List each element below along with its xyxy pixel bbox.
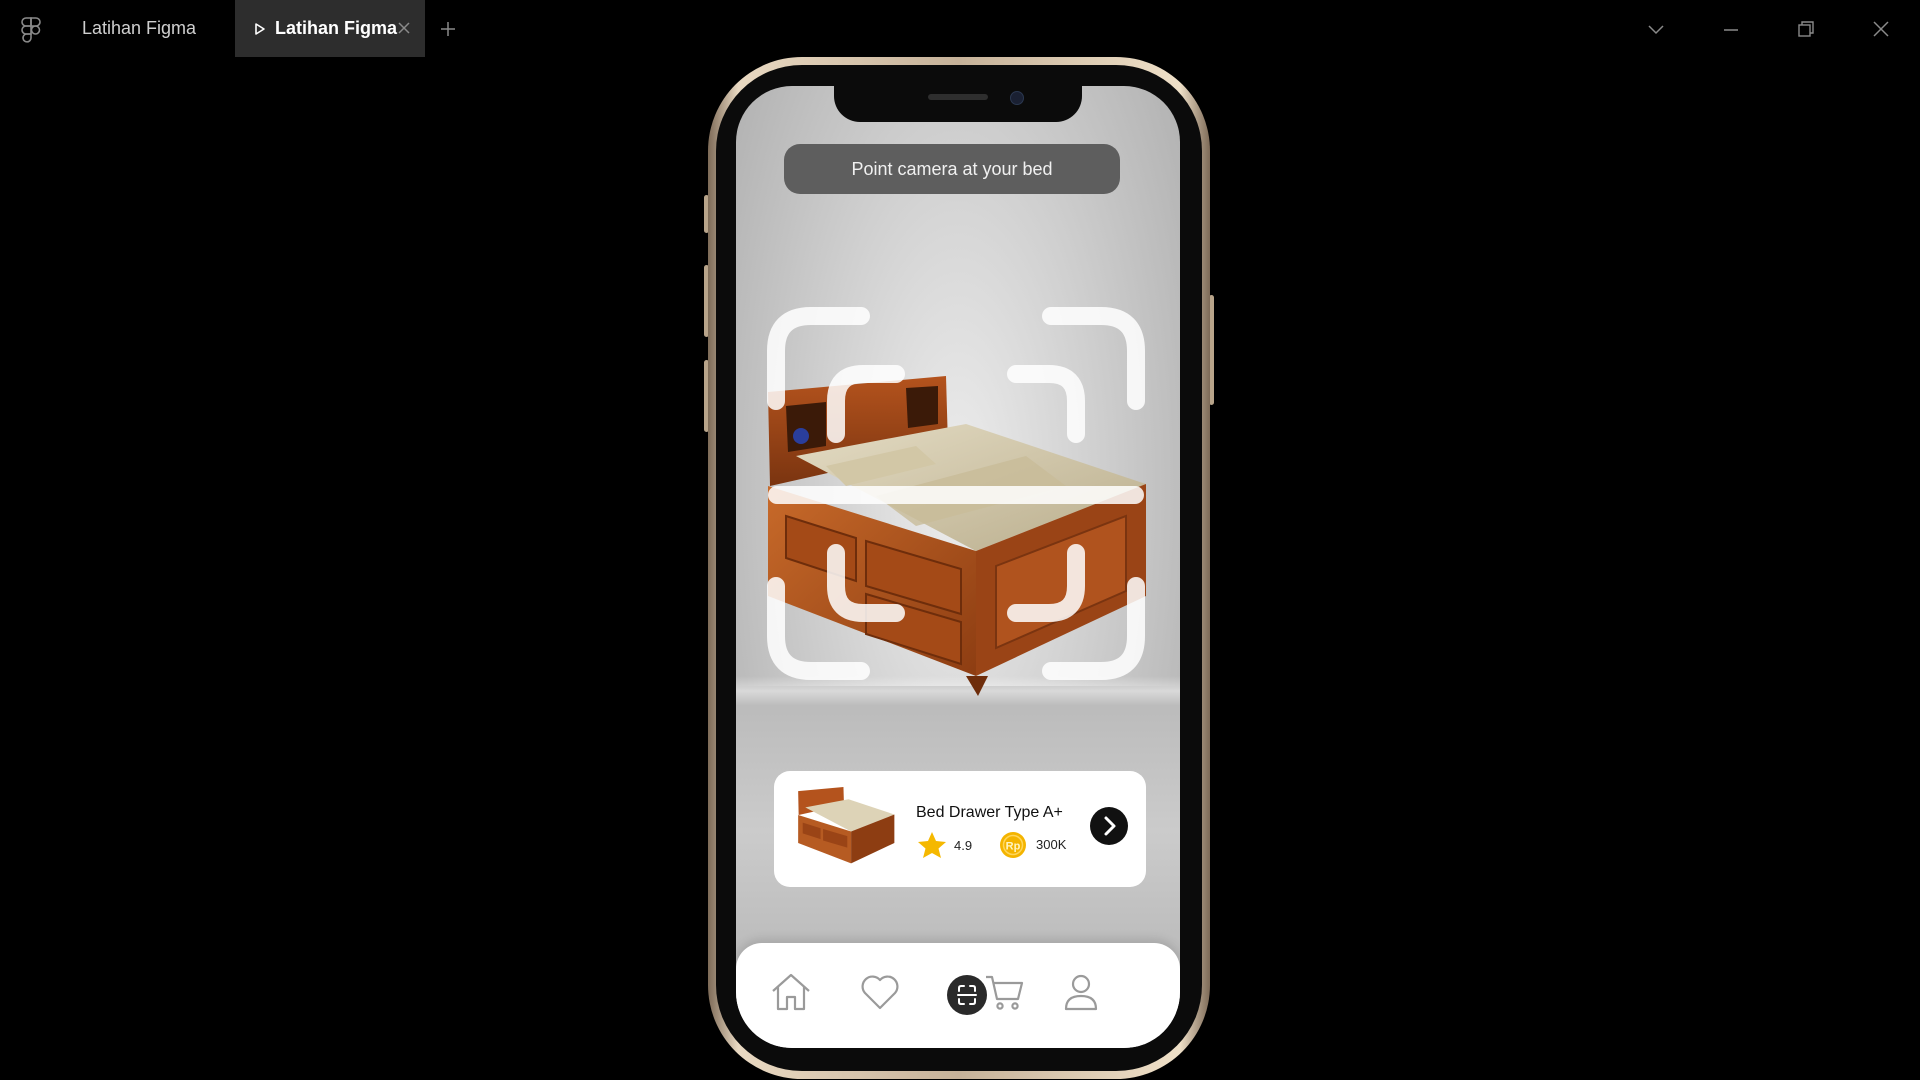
camera-hint-pill: Point camera at your bed <box>784 144 1120 194</box>
product-rating: 4.9 <box>954 838 973 853</box>
cart-icon[interactable] <box>982 969 1028 1015</box>
tab-label: Latihan Figma <box>82 18 197 38</box>
tab-latihan-figma[interactable]: Latihan Figma <box>82 0 232 57</box>
star-icon <box>918 832 946 858</box>
bottom-nav <box>736 943 1180 1048</box>
title-bar: Latihan Figma Latihan Figma <box>0 0 1920 58</box>
restore-icon[interactable] <box>1795 18 1817 40</box>
product-thumbnail <box>798 787 895 864</box>
product-details-button[interactable] <box>1090 807 1128 845</box>
figma-icon[interactable] <box>20 17 42 43</box>
scan-frame-overlay <box>767 307 1145 680</box>
chevron-down-icon[interactable] <box>1645 18 1667 40</box>
plus-icon[interactable] <box>438 19 458 39</box>
close-icon[interactable] <box>1870 18 1892 40</box>
minimize-icon[interactable] <box>1720 18 1742 40</box>
tab-label: Latihan Figma <box>275 18 398 38</box>
scan-icon <box>957 985 977 1005</box>
chevron-right-icon <box>1104 816 1116 836</box>
close-tab-icon[interactable] <box>395 19 413 37</box>
play-icon <box>255 22 265 35</box>
phone-screen: Point camera at your bed Bed Drawer Type… <box>736 86 1180 1048</box>
speaker <box>928 94 988 100</box>
product-price: 300K <box>1036 837 1067 852</box>
home-icon[interactable] <box>768 969 814 1015</box>
scan-nav-button[interactable] <box>947 975 987 1015</box>
product-card[interactable]: Bed Drawer Type A+ 4.9 Rp 300K <box>774 771 1146 887</box>
phone-notch <box>834 86 1082 122</box>
camera-hint-text: Point camera at your bed <box>851 158 1053 179</box>
front-camera <box>1010 91 1024 105</box>
heart-icon[interactable] <box>857 969 903 1015</box>
profile-icon[interactable] <box>1058 969 1104 1015</box>
tab-latihan-figma-active[interactable]: Latihan Figma <box>235 0 425 57</box>
coin-icon: Rp <box>1000 832 1026 858</box>
product-name: Bed Drawer Type A+ <box>916 804 1063 821</box>
svg-text:Rp: Rp <box>1006 841 1021 853</box>
